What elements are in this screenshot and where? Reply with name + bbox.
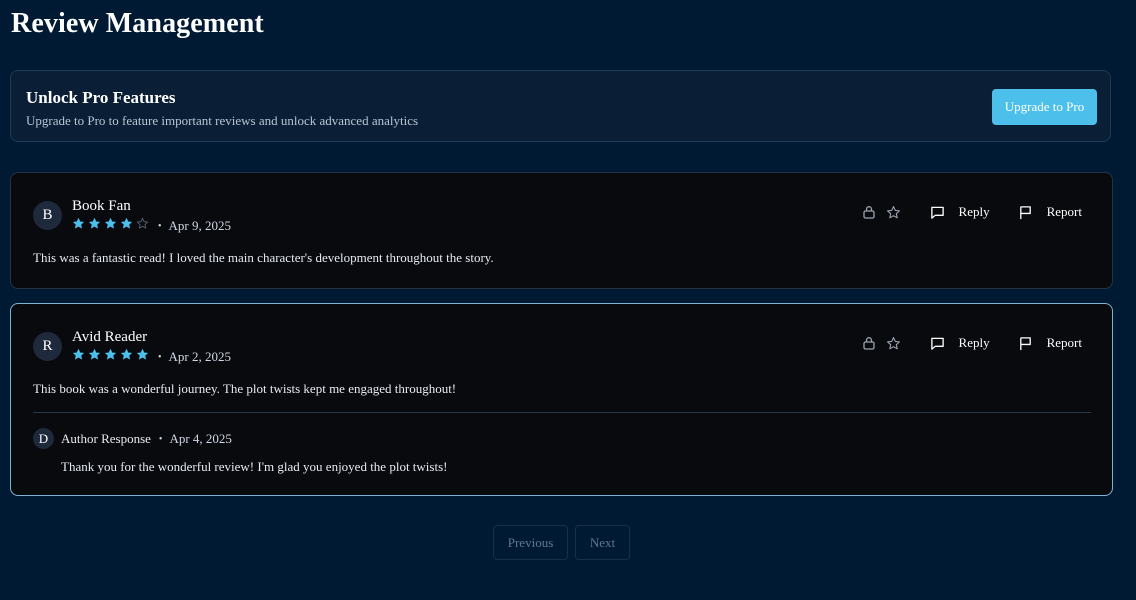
flag-icon xyxy=(1018,204,1034,220)
star-filled-icon xyxy=(89,349,100,360)
pagination: Previous Next xyxy=(493,525,630,560)
star-icon[interactable] xyxy=(886,204,902,220)
report-label: Report xyxy=(1046,335,1082,350)
response-text: Thank you for the wonderful review! I'm … xyxy=(61,459,448,474)
star-filled-icon xyxy=(73,218,84,229)
star-rating xyxy=(72,348,152,366)
next-page-button[interactable]: Next xyxy=(575,525,630,560)
response-date: Apr 4, 2025 xyxy=(169,431,232,446)
star-filled-icon xyxy=(73,349,84,360)
message-icon xyxy=(930,204,946,220)
response-meta: Author Response • Apr 4, 2025 xyxy=(61,431,232,447)
promo-description: Upgrade to Pro to feature important revi… xyxy=(26,113,419,128)
response-avatar: D xyxy=(33,428,54,449)
reply-label: Reply xyxy=(958,335,990,350)
review-meta: • Apr 2, 2025 xyxy=(72,349,231,365)
upgrade-to-pro-button[interactable]: Upgrade to Pro xyxy=(992,89,1097,125)
review-text: This book was a wonderful journey. The p… xyxy=(33,381,457,396)
review-actions: Reply Report xyxy=(861,334,1082,352)
report-button[interactable]: Report xyxy=(1018,335,1082,351)
lock-icon[interactable] xyxy=(861,204,877,220)
page-title: Review Management xyxy=(11,8,264,39)
star-filled-icon xyxy=(121,218,132,229)
flag-icon xyxy=(1018,335,1034,351)
lock-icon[interactable] xyxy=(861,335,877,351)
report-label: Report xyxy=(1046,204,1082,219)
review-date: Apr 9, 2025 xyxy=(168,218,231,233)
star-filled-icon xyxy=(105,349,116,360)
separator-dot: • xyxy=(158,220,162,232)
star-empty-icon xyxy=(136,217,149,229)
avatar: B xyxy=(33,201,62,230)
reviewer-name: Avid Reader xyxy=(72,329,148,345)
star-icon[interactable] xyxy=(886,335,902,351)
review-text: This was a fantastic read! I loved the m… xyxy=(33,250,494,265)
review-card: B Book Fan • Apr 9, 2025 Reply Report Th… xyxy=(10,172,1113,289)
report-button[interactable]: Report xyxy=(1018,204,1082,220)
avatar: R xyxy=(33,332,62,361)
divider xyxy=(33,412,1091,413)
response-author: Author Response xyxy=(61,431,151,446)
reply-label: Reply xyxy=(958,204,990,219)
review-card: R Avid Reader • Apr 2, 2025 Reply Report… xyxy=(10,303,1113,496)
pro-upgrade-banner: Unlock Pro Features Upgrade to Pro to fe… xyxy=(10,70,1111,142)
star-filled-icon xyxy=(137,349,148,360)
previous-page-button[interactable]: Previous xyxy=(493,525,568,560)
separator-dot: • xyxy=(158,351,162,363)
review-date: Apr 2, 2025 xyxy=(168,349,231,364)
promo-title: Unlock Pro Features xyxy=(26,88,176,107)
review-actions: Reply Report xyxy=(861,203,1082,221)
review-meta: • Apr 9, 2025 xyxy=(72,217,231,235)
star-filled-icon xyxy=(105,218,116,229)
reply-button[interactable]: Reply xyxy=(930,204,990,220)
star-filled-icon xyxy=(121,349,132,360)
separator-dot: • xyxy=(158,433,163,445)
reviewer-name: Book Fan xyxy=(72,198,131,214)
star-rating xyxy=(72,217,152,235)
star-filled-icon xyxy=(89,218,100,229)
reply-button[interactable]: Reply xyxy=(930,335,990,351)
message-icon xyxy=(930,335,946,351)
